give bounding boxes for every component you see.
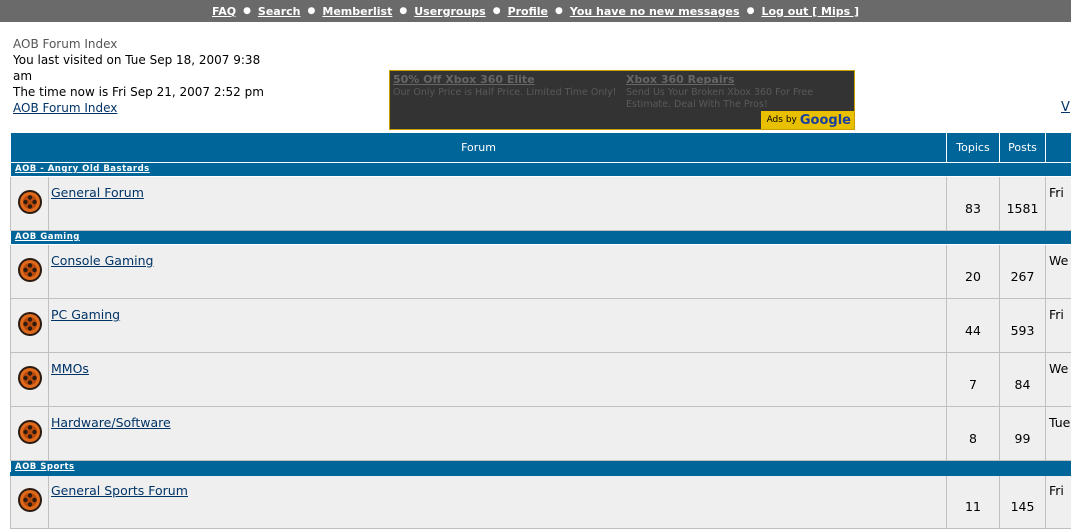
ad-title-link[interactable]: Xbox 360 Repairs	[626, 73, 852, 87]
posts-count: 267	[1000, 245, 1046, 299]
forum-status-icon	[11, 475, 49, 529]
category-row: AOB Gaming	[11, 231, 1071, 245]
category-row: AOB - Angry Old Bastards	[11, 163, 1071, 177]
forum-name-cell: General Forum	[49, 177, 947, 231]
ad-item: Xbox 360 Repairs Send Us Your Broken Xbo…	[626, 73, 852, 111]
right-edge-link[interactable]: V	[1061, 100, 1070, 115]
ad-title-link[interactable]: 50% Off Xbox 360 Elite	[393, 73, 623, 87]
next-category-strip	[10, 472, 1071, 476]
forum-name-cell: MMOs	[49, 353, 947, 407]
top-nav-bar: FAQ ● Search ● Memberlist ● Usergroups ●…	[0, 0, 1071, 22]
top-nav: FAQ ● Search ● Memberlist ● Usergroups ●…	[212, 5, 859, 18]
topics-count: 83	[947, 177, 1000, 231]
topics-count: 11	[947, 475, 1000, 529]
category-link[interactable]: AOB Gaming	[15, 231, 1071, 243]
posts-count: 1581	[1000, 177, 1046, 231]
google-logo-text: Google	[800, 113, 851, 128]
table-header-row: Forum Topics Posts	[11, 133, 1071, 163]
topics-column-header: Topics	[947, 133, 1000, 163]
posts-column-header: Posts	[1000, 133, 1046, 163]
nav-separator: ●	[555, 6, 563, 16]
ad-item: 50% Off Xbox 360 Elite Our Only Price is…	[393, 73, 623, 99]
forum-link[interactable]: MMOs	[51, 361, 89, 376]
topics-count: 44	[947, 299, 1000, 353]
last-post-column-header	[1046, 133, 1071, 163]
ads-by-label: Ads by	[767, 115, 797, 125]
forum-status-icon	[11, 245, 49, 299]
last-post-cell: We	[1046, 245, 1071, 299]
forum-folder-icon	[17, 365, 43, 391]
forum-folder-icon	[17, 257, 43, 283]
forum-table: Forum Topics Posts AOB - Angry Old Basta…	[10, 132, 1071, 529]
nav-usergroups-link[interactable]: Usergroups	[414, 5, 485, 18]
posts-count: 145	[1000, 475, 1046, 529]
forum-index-link[interactable]: AOB Forum Index	[13, 100, 283, 116]
last-post-cell: Fri	[1046, 299, 1071, 353]
posts-count: 593	[1000, 299, 1046, 353]
nav-separator: ●	[747, 6, 755, 16]
forum-row: MMOs 7 84 We	[11, 353, 1071, 407]
forum-name-cell: PC Gaming	[49, 299, 947, 353]
nav-faq-link[interactable]: FAQ	[212, 5, 236, 18]
nav-separator: ●	[308, 6, 316, 16]
google-ad-block: 50% Off Xbox 360 Elite Our Only Price is…	[389, 70, 855, 130]
forum-row: General Forum 83 1581 Fri	[11, 177, 1071, 231]
last-post-cell: Fri	[1046, 177, 1071, 231]
current-time-text: The time now is Fri Sep 21, 2007 2:52 pm	[13, 84, 283, 100]
nav-memberlist-link[interactable]: Memberlist	[322, 5, 392, 18]
forum-folder-icon	[17, 311, 43, 337]
forum-name-cell: General Sports Forum	[49, 475, 947, 529]
category-cell: AOB Gaming	[11, 231, 1071, 245]
nav-messages-link[interactable]: You have no new messages	[570, 5, 740, 18]
nav-separator: ●	[399, 6, 407, 16]
last-post-cell: We	[1046, 353, 1071, 407]
posts-count: 84	[1000, 353, 1046, 407]
forum-name-cell: Hardware/Software	[49, 407, 947, 461]
forum-status-icon	[11, 407, 49, 461]
forum-row: PC Gaming 44 593 Fri	[11, 299, 1071, 353]
nav-profile-link[interactable]: Profile	[508, 5, 548, 18]
forum-link[interactable]: General Sports Forum	[51, 483, 188, 498]
forum-column-header: Forum	[11, 133, 947, 163]
nav-logout-link[interactable]: Log out [ Mips ]	[761, 5, 859, 18]
topics-count: 20	[947, 245, 1000, 299]
forum-status-icon	[11, 299, 49, 353]
forum-link[interactable]: Hardware/Software	[51, 415, 171, 430]
forum-folder-icon	[17, 189, 43, 215]
nav-search-link[interactable]: Search	[258, 5, 301, 18]
forum-row: Console Gaming 20 267 We	[11, 245, 1071, 299]
page-header: AOB Forum Index You last visited on Tue …	[13, 36, 283, 116]
forum-link[interactable]: Console Gaming	[51, 253, 153, 268]
forum-folder-icon	[17, 419, 43, 445]
forum-folder-icon	[17, 487, 43, 513]
category-link[interactable]: AOB - Angry Old Bastards	[15, 163, 1071, 175]
last-visit-text: You last visited on Tue Sep 18, 2007 9:3…	[13, 52, 283, 84]
forum-link[interactable]: General Forum	[51, 185, 144, 200]
breadcrumb: AOB Forum Index	[13, 36, 283, 52]
ad-text: Our Only Price is Half Price. Limited Ti…	[393, 87, 623, 99]
topics-count: 8	[947, 407, 1000, 461]
last-post-cell: Tue	[1046, 407, 1071, 461]
forum-status-icon	[11, 353, 49, 407]
ads-by-google-badge[interactable]: Ads by Google	[761, 111, 854, 129]
ad-text: Send Us Your Broken Xbox 360 For Free Es…	[626, 87, 852, 111]
forum-row: Hardware/Software 8 99 Tue	[11, 407, 1071, 461]
forum-link[interactable]: PC Gaming	[51, 307, 120, 322]
forum-name-cell: Console Gaming	[49, 245, 947, 299]
category-cell: AOB - Angry Old Bastards	[11, 163, 1071, 177]
forum-status-icon	[11, 177, 49, 231]
topics-count: 7	[947, 353, 1000, 407]
nav-separator: ●	[243, 6, 251, 16]
posts-count: 99	[1000, 407, 1046, 461]
last-post-cell: Fri	[1046, 475, 1071, 529]
forum-row: General Sports Forum 11 145 Fri	[11, 475, 1071, 529]
nav-separator: ●	[493, 6, 501, 16]
